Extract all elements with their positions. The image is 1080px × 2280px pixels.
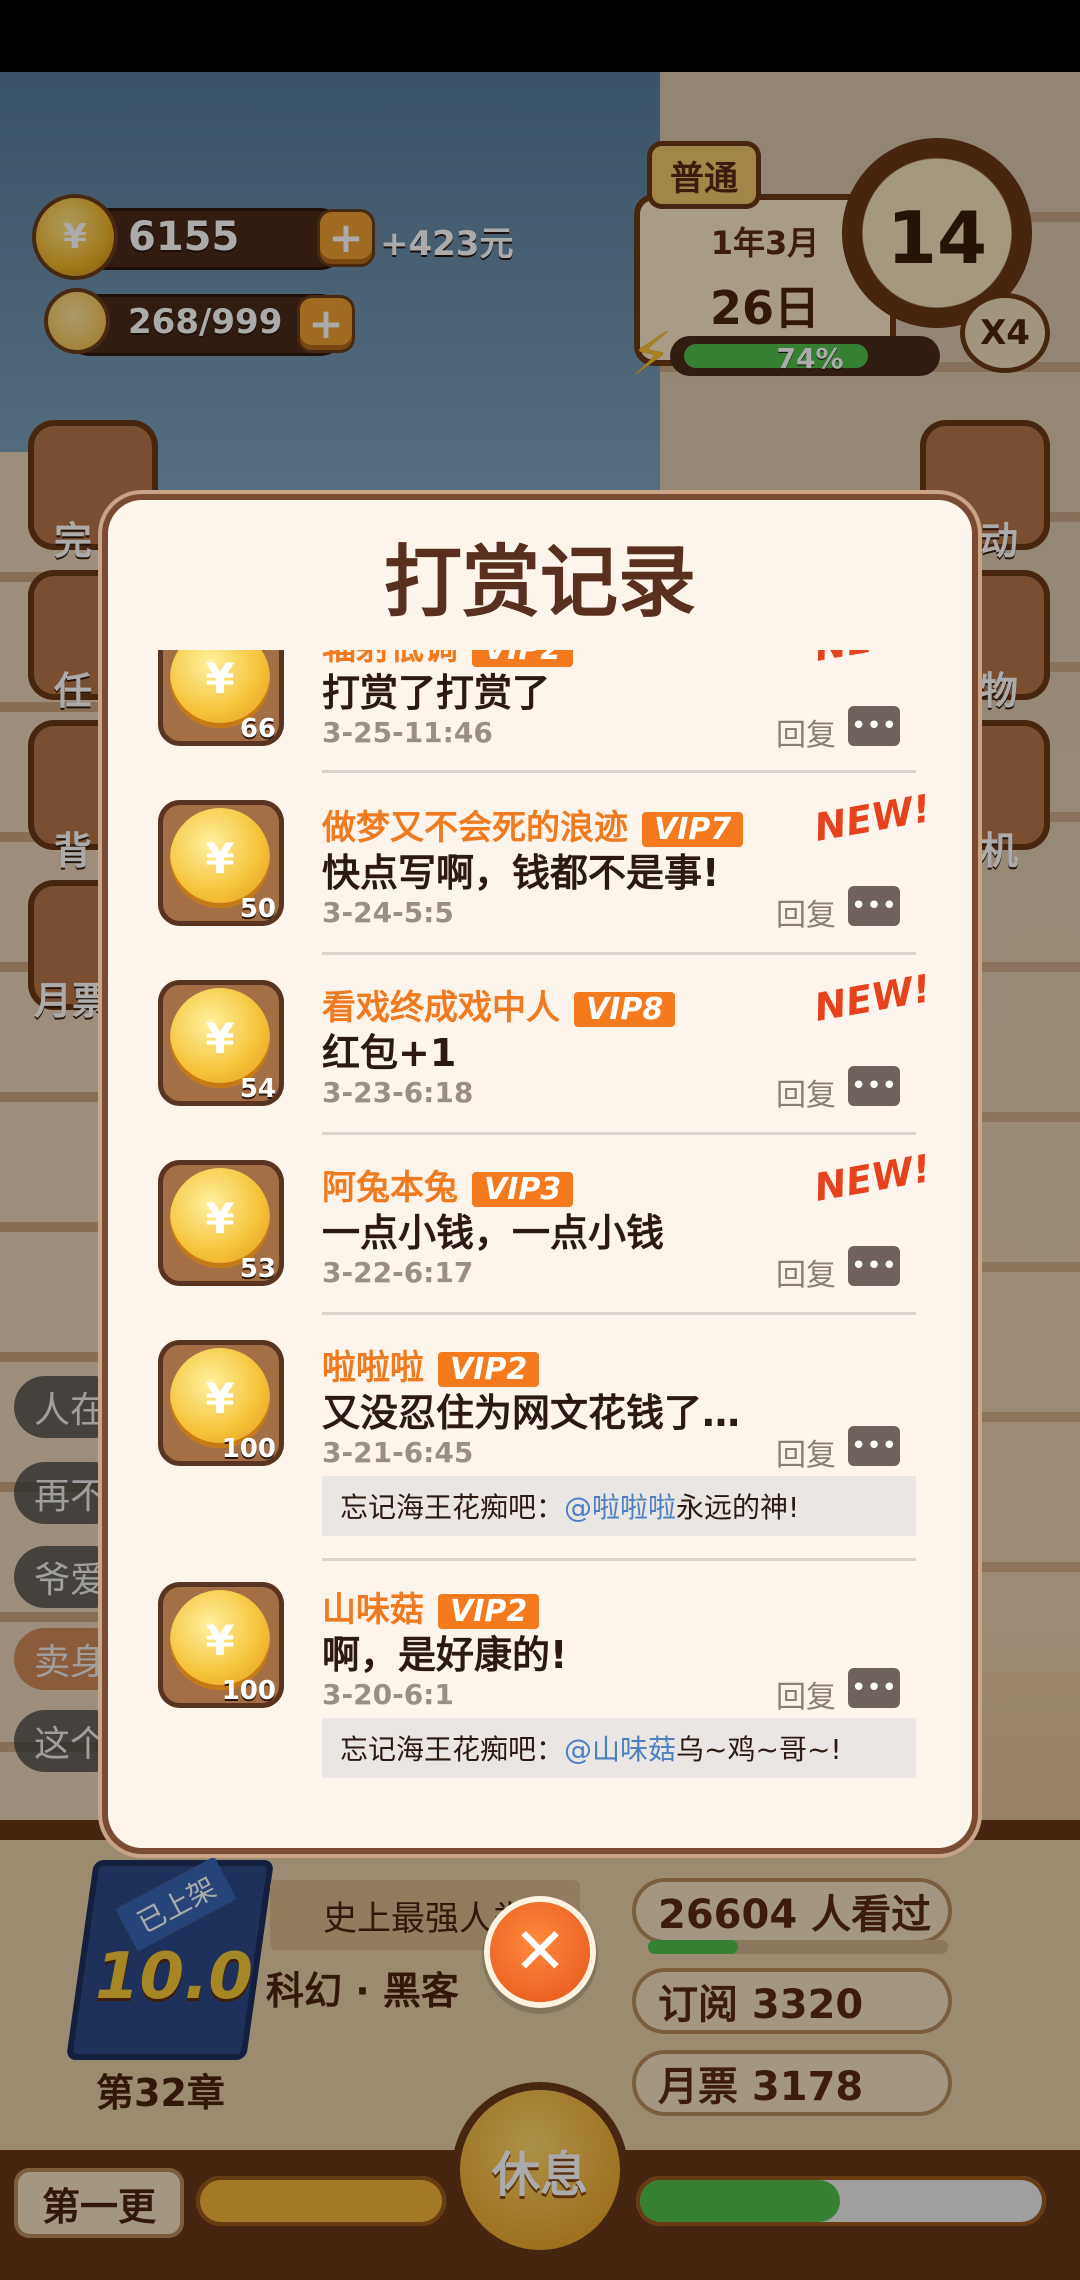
coin-count: 50 (239, 894, 276, 924)
coin-icon: ¥ (170, 808, 270, 908)
tip-time: 3-21-6:45 (322, 1436, 474, 1469)
reply-author: 忘记海王花痴吧： (340, 1491, 565, 1524)
reply-text: 永远的神! (676, 1491, 800, 1524)
coin-badge: ¥ 66 (158, 650, 284, 746)
coin-icon: ¥ (170, 988, 270, 1088)
new-badge: NEW! (811, 966, 934, 1030)
reply-author: 忘记海王花痴吧： (340, 1733, 565, 1766)
coin-count: 54 (239, 1074, 276, 1104)
comment-icon[interactable]: ••• (848, 1066, 900, 1106)
coin-icon: ¥ (170, 1348, 270, 1448)
tip-message: 打赏了打赏了 (322, 671, 551, 715)
status-bar (0, 0, 1080, 72)
dialog-title: 打赏记录 (383, 538, 696, 628)
author-reply: 忘记海王花痴吧： @山味菇 乌~鸡~哥~! (322, 1718, 916, 1778)
coin-badge: ¥ 100 (158, 1340, 284, 1466)
coin-icon: ¥ (170, 1168, 270, 1268)
comment-icon[interactable]: ••• (848, 1426, 900, 1466)
tip-message: 一点小钱，一点小钱 (322, 1211, 665, 1255)
new-badge: NEW! (811, 786, 934, 850)
reply-text: 乌~鸡~哥~! (676, 1733, 842, 1766)
vip-badge: VIP8 (574, 992, 676, 1027)
close-dialog-button[interactable]: ✕ (490, 1902, 590, 2002)
new-badge: NEW! (811, 1146, 934, 1210)
coin-count: 100 (221, 1676, 276, 1706)
coin-badge: ¥ 54 (158, 980, 284, 1106)
reply-link[interactable]: 回复 (776, 1070, 836, 1114)
divider (322, 770, 916, 773)
reply-link[interactable]: 回复 (776, 890, 836, 934)
coin-icon: ¥ (170, 1590, 270, 1690)
comment-icon[interactable]: ••• (848, 706, 900, 746)
tip-time: 3-20-6:1 (322, 1678, 454, 1711)
tip-message: 又没忍住为网文花钱了… (322, 1391, 741, 1435)
tip-message: 快点写啊，钱都不是事! (322, 851, 720, 895)
coin-badge: ¥ 53 (158, 1160, 284, 1286)
divider (322, 952, 916, 955)
comment-icon[interactable]: ••• (848, 1668, 900, 1708)
coin-badge: ¥ 100 (158, 1582, 284, 1708)
divider (322, 1312, 916, 1315)
tip-list[interactable]: ¥ 66 辐射低调VIP2 NEW! 打赏了打赏了 3-25-11:46 回复 … (108, 650, 972, 1830)
divider (322, 1558, 916, 1561)
comment-icon[interactable]: ••• (848, 1246, 900, 1286)
author-reply: 忘记海王花痴吧： @啦啦啦 永远的神! (322, 1476, 916, 1536)
tip-record-dialog: 打赏记录 ¥ 66 辐射低调VIP2 NEW! 打赏了打赏了 3-25-11:4… (108, 500, 972, 1848)
reply-link[interactable]: 回复 (776, 1250, 836, 1294)
coin-count: 100 (221, 1434, 276, 1464)
tip-message: 红包+1 (322, 1031, 457, 1075)
comment-icon[interactable]: ••• (848, 886, 900, 926)
tip-time: 3-22-6:17 (322, 1256, 474, 1289)
divider (322, 1132, 916, 1135)
coin-badge: ¥ 50 (158, 800, 284, 926)
tip-time: 3-23-6:18 (322, 1076, 474, 1109)
tip-time: 3-24-5:5 (322, 896, 454, 929)
reply-link[interactable]: 回复 (776, 1430, 836, 1474)
tip-message: 啊，是好康的! (322, 1633, 568, 1677)
tip-time: 3-25-11:46 (322, 716, 493, 749)
reply-mention: @啦啦啦 (564, 1491, 677, 1524)
reply-link[interactable]: 回复 (776, 710, 836, 754)
coin-count: 53 (239, 1254, 276, 1284)
reply-mention: @山味菇 (564, 1733, 677, 1766)
reply-link[interactable]: 回复 (776, 1672, 836, 1716)
coin-count: 66 (239, 714, 276, 744)
new-badge: NEW! (811, 650, 934, 670)
